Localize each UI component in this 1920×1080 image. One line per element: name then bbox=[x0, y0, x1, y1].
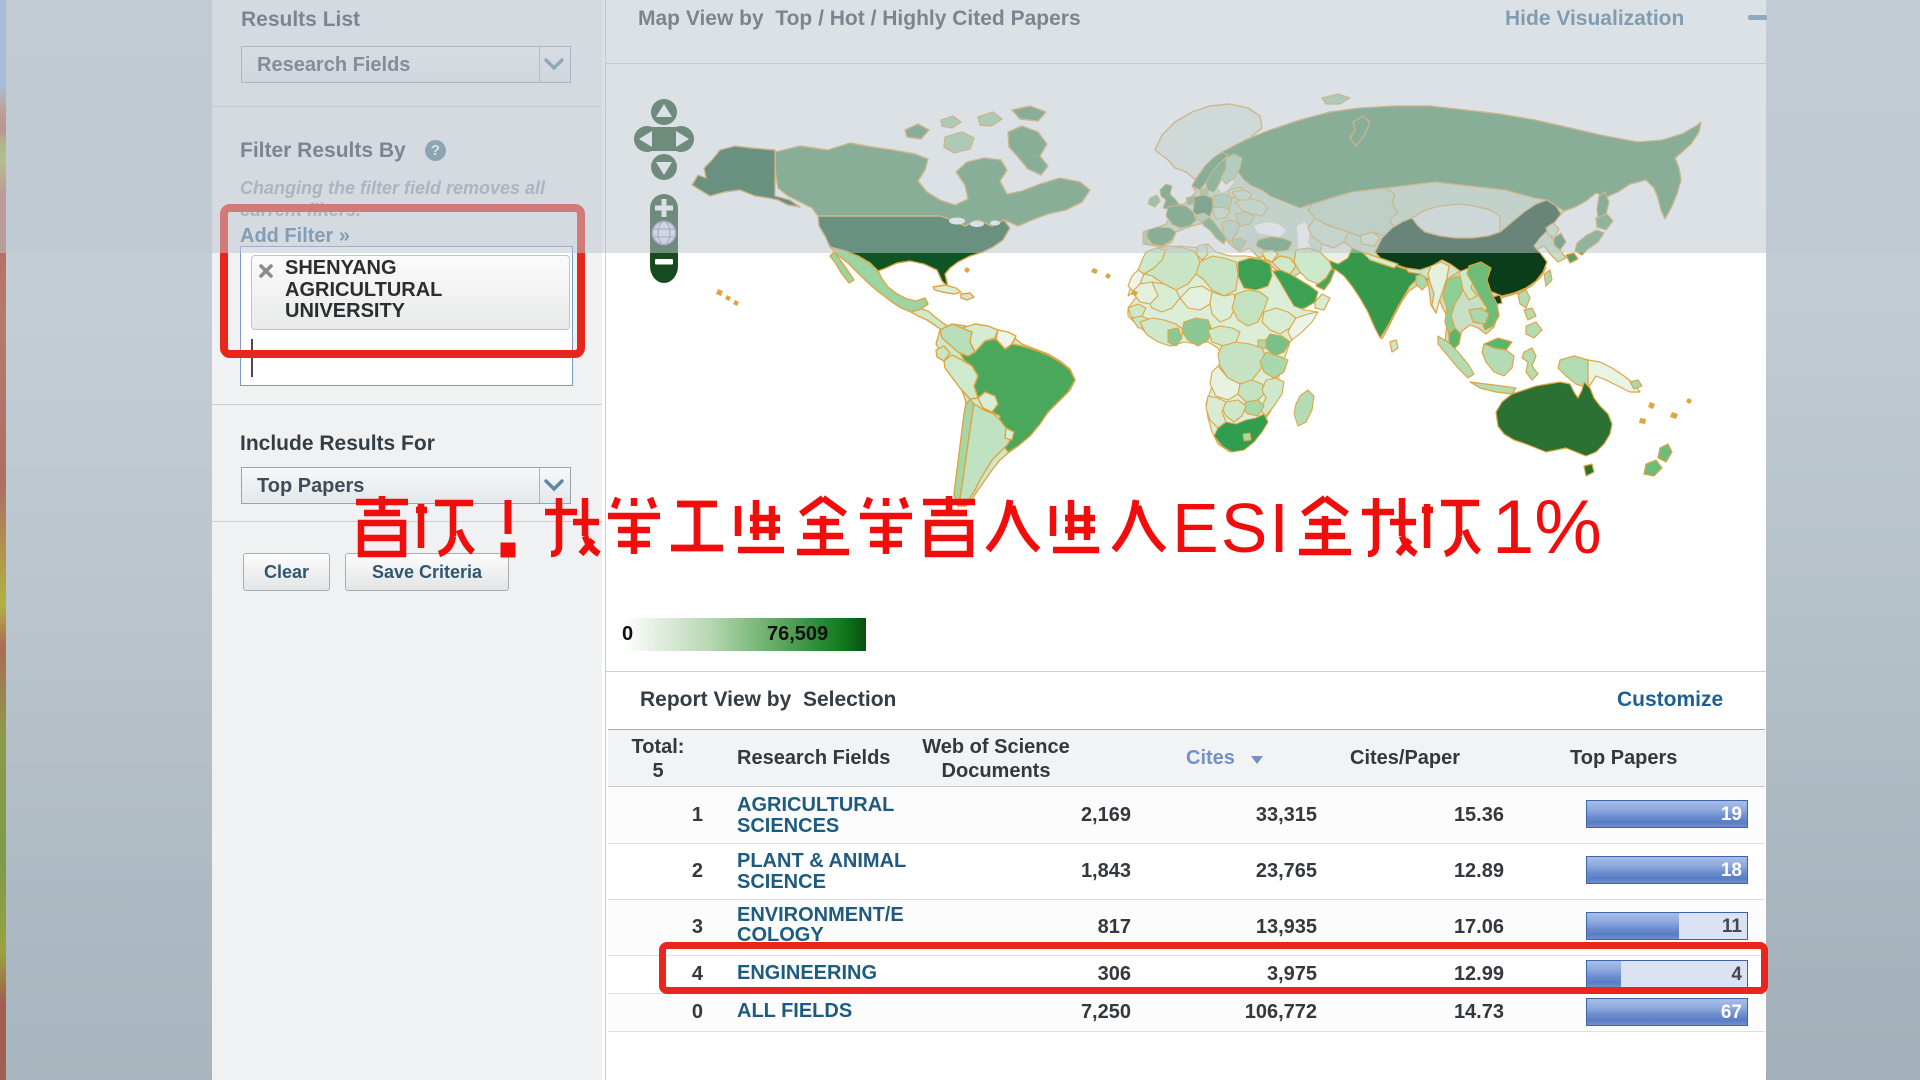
svg-text:ESI: ESI bbox=[1172, 490, 1291, 562]
svg-text:1%: 1% bbox=[1492, 490, 1602, 562]
